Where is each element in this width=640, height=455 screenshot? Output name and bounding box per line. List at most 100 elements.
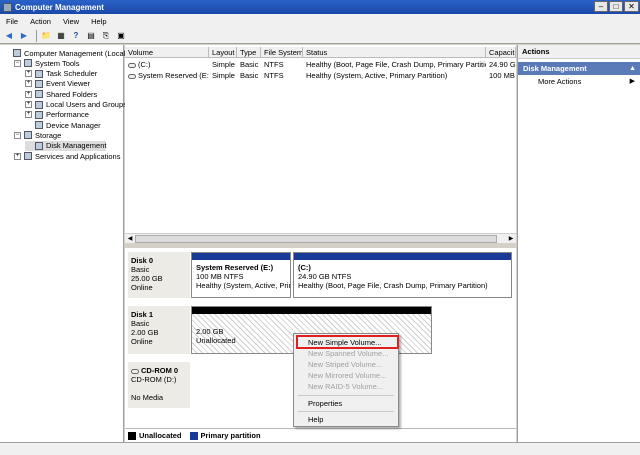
table-cell: Simple xyxy=(209,59,237,70)
system-reserved-partition[interactable]: System Reserved (E:) 100 MB NTFS Healthy… xyxy=(191,252,291,298)
column-header-layout[interactable]: Layout xyxy=(209,47,237,58)
back-arrow-icon[interactable]: ◀ xyxy=(3,30,15,42)
table-cell: Basic xyxy=(237,70,261,81)
column-header-type[interactable]: Type xyxy=(237,47,261,58)
expand-toggle-icon[interactable]: + xyxy=(14,152,21,160)
menu-new-striped-volume[interactable]: New Striped Volume... xyxy=(294,359,398,370)
menu-new-mirrored-volume[interactable]: New Mirrored Volume... xyxy=(294,370,398,381)
close-button[interactable]: ✕ xyxy=(624,1,639,12)
expand-toggle-icon[interactable]: − xyxy=(14,59,21,67)
cell-text: Basic xyxy=(240,60,259,69)
table-cell: Simple xyxy=(209,70,237,81)
table-cell: NTFS xyxy=(261,59,303,70)
tree-item-label: Device Manager xyxy=(46,120,101,130)
tree-item-event-viewer[interactable]: + Event Viewer xyxy=(25,79,90,89)
menu-help-item[interactable]: Help xyxy=(294,414,398,425)
expand-toggle-icon[interactable]: + xyxy=(25,70,32,78)
disk-0-label[interactable]: Disk 0 Basic 25.00 GB Online xyxy=(128,252,190,298)
scroll-thumb[interactable] xyxy=(135,235,497,243)
properties-icon[interactable]: ▤ xyxy=(85,30,97,42)
tree-item-storage[interactable]: − Storage xyxy=(14,130,61,140)
tree-item-system-tools[interactable]: − System Tools xyxy=(14,58,79,68)
view-icon[interactable]: ▣ xyxy=(115,30,127,42)
table-cell: System Reserved (E:) xyxy=(125,70,209,81)
disk-name: CD-ROM 0 xyxy=(131,366,187,375)
c-drive-partition[interactable]: (C:) 24.90 GB NTFS Healthy (Boot, Page F… xyxy=(293,252,512,298)
table-cell: 24.90 G xyxy=(486,59,516,70)
tree-item-performance[interactable]: + Performance xyxy=(25,110,89,120)
menu-new-raid5-volume[interactable]: New RAID-5 Volume... xyxy=(294,381,398,392)
disk-management-icon xyxy=(35,141,43,150)
partition-size: 100 MB NTFS xyxy=(196,272,244,281)
menu-help[interactable]: Help xyxy=(85,17,112,26)
tree-item-disk-management[interactable]: Disk Management xyxy=(25,140,107,151)
partition-name: (C:) xyxy=(298,263,311,272)
forward-arrow-icon[interactable]: ▶ xyxy=(18,30,30,42)
tree-item-label: Storage xyxy=(35,130,62,140)
partition-bar xyxy=(192,307,431,314)
actions-section-disk-management[interactable]: Disk Management ▲ xyxy=(518,62,640,75)
maximize-button[interactable]: □ xyxy=(609,1,623,12)
copy-icon[interactable]: ⎘ xyxy=(100,30,112,42)
tree-item-label: Shared Folders xyxy=(46,89,98,99)
disk-type: Basic xyxy=(131,319,150,328)
scheduler-icon xyxy=(35,69,43,78)
storage-icon xyxy=(24,131,32,140)
tree-item-shared-folders[interactable]: + Shared Folders xyxy=(25,89,97,99)
disk-name: Disk 0 xyxy=(131,256,154,265)
chevron-up-icon[interactable]: ▲ xyxy=(629,62,636,75)
partition-name: System Reserved (E:) xyxy=(196,263,274,272)
tree-item-device-manager[interactable]: Device Manager xyxy=(25,120,101,130)
table-cell: Healthy (System, Active, Primary Partiti… xyxy=(303,70,486,81)
unallocated-swatch xyxy=(128,431,136,440)
tree-item-computer-management-local-[interactable]: Computer Management (Local) xyxy=(3,48,128,58)
cell-text: Healthy (System, Active, Primary Partiti… xyxy=(306,71,448,80)
horizontal-scrollbar[interactable]: ◀ ▶ xyxy=(125,233,516,243)
tree-item-label: Event Viewer xyxy=(46,79,91,89)
disk-1-label[interactable]: Disk 1 Basic 2.00 GB Online xyxy=(128,306,190,354)
up-folder-icon[interactable]: 📁 xyxy=(40,30,52,42)
device-manager-icon xyxy=(35,121,43,130)
table-cell: 100 MB xyxy=(486,70,516,81)
cell-text: Healthy (Boot, Page File, Crash Dump, Pr… xyxy=(306,60,486,69)
cell-text: 24.90 G xyxy=(489,60,516,69)
partition-status: Unallocated xyxy=(196,336,236,345)
disk-state: Online xyxy=(131,337,153,346)
expand-toggle-icon[interactable]: − xyxy=(14,131,21,139)
expand-toggle-icon[interactable]: + xyxy=(25,80,32,88)
console-tree-icon[interactable]: ▦ xyxy=(55,30,67,42)
more-actions-item[interactable]: More Actions ▶ xyxy=(518,75,640,89)
column-header-capacit[interactable]: Capacit xyxy=(486,47,516,58)
menu-file[interactable]: File xyxy=(0,17,24,26)
cell-text: Simple xyxy=(212,60,235,69)
menu-action[interactable]: Action xyxy=(24,17,57,26)
tree-item-label: Task Scheduler xyxy=(46,69,98,79)
table-row[interactable]: System Reserved (E:) Simple Basic NTFS Healt… xyxy=(125,70,516,81)
window-titlebar: Computer Management – □ ✕ xyxy=(0,0,640,14)
disk-type: CD-ROM (D:) xyxy=(131,375,177,384)
help-icon[interactable]: ? xyxy=(70,30,82,42)
disk-state: No Media xyxy=(131,393,164,402)
expand-toggle-icon[interactable]: + xyxy=(25,111,32,119)
menu-properties[interactable]: Properties xyxy=(294,398,398,409)
menu-new-spanned-volume[interactable]: New Spanned Volume... xyxy=(294,348,398,359)
expand-toggle-icon[interactable]: + xyxy=(25,101,32,108)
tree-item-local-users-and-groups[interactable]: + Local Users and Groups xyxy=(25,100,127,110)
actions-pane: Actions Disk Management ▲ More Actions ▶ xyxy=(517,45,640,442)
tree-item-label: Performance xyxy=(46,110,89,120)
column-header-volume[interactable]: Volume xyxy=(125,47,209,58)
tree-item-label: Local Users and Groups xyxy=(46,100,127,109)
legend-unallocated: Unallocated xyxy=(139,431,182,440)
volume-list-header: Volume Layout Type File System Status Capacit xyxy=(125,47,516,58)
tree-item-label: Computer Management (Local) xyxy=(24,48,128,58)
cdrom-0-label[interactable]: CD-ROM 0 CD-ROM (D:) No Media xyxy=(128,362,190,408)
expand-toggle-icon[interactable]: + xyxy=(25,90,32,98)
tree-item-task-scheduler[interactable]: + Task Scheduler xyxy=(25,69,97,79)
volume-icon xyxy=(128,62,136,68)
column-header-status[interactable]: Status xyxy=(303,47,486,58)
tree-item-services-and-applications[interactable]: + Services and Applications xyxy=(14,151,120,161)
menu-view[interactable]: View xyxy=(57,17,85,26)
minimize-button[interactable]: – xyxy=(594,1,608,12)
column-header-file-system[interactable]: File System xyxy=(261,47,303,58)
table-row[interactable]: (C:) Simple Basic NTFS Healthy (Boot, Page F… xyxy=(125,59,516,70)
